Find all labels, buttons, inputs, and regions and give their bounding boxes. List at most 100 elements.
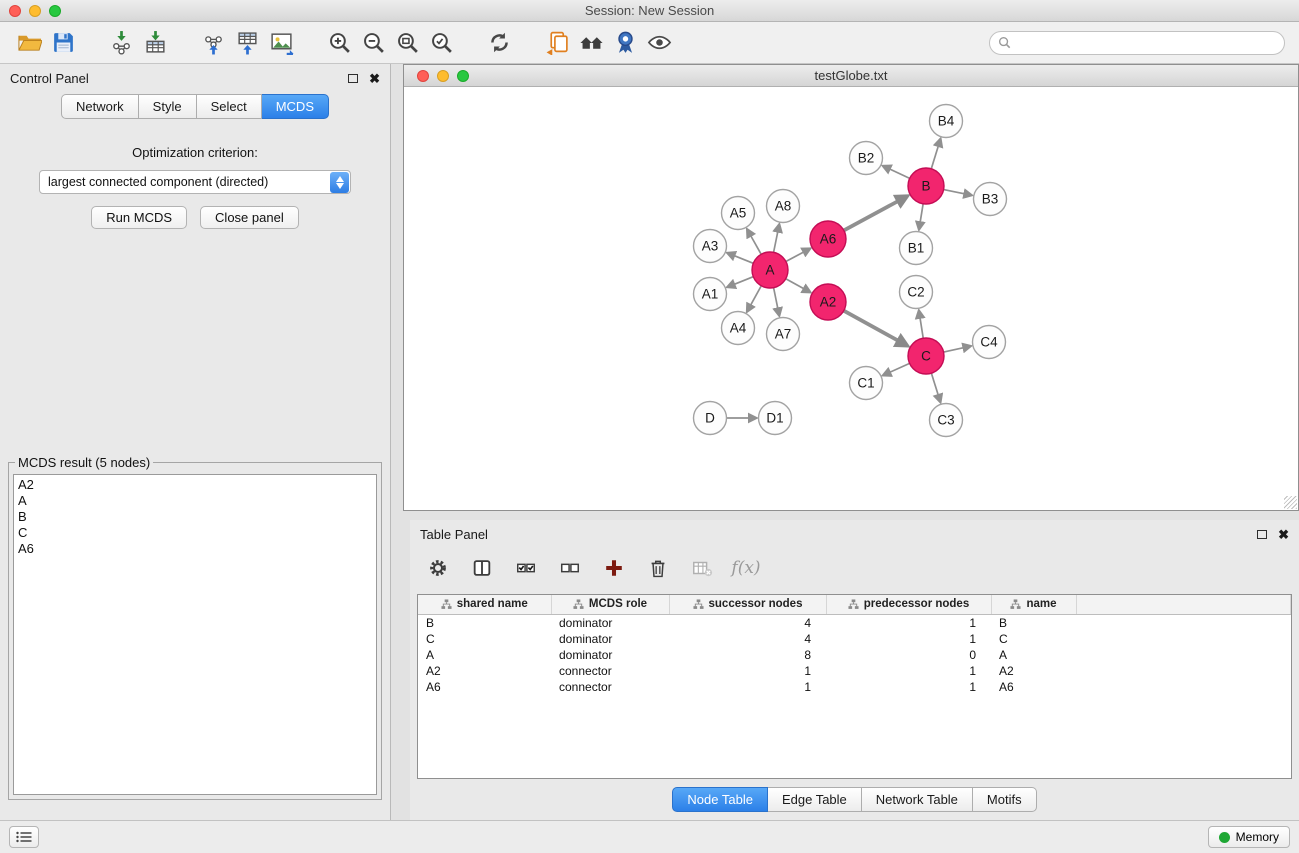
node-C3[interactable]: C3 [930, 404, 963, 437]
node-D1[interactable]: D1 [759, 402, 792, 435]
edge-B-B4[interactable] [931, 145, 938, 168]
node-A[interactable]: A [752, 252, 788, 288]
edge-A-A6[interactable] [786, 252, 804, 262]
edge-B-B2[interactable] [889, 169, 910, 179]
zoom-out-button[interactable] [356, 27, 390, 59]
table-cell[interactable]: C [418, 631, 551, 647]
column-header-successor-nodes[interactable]: successor nodes [669, 595, 826, 614]
tab-motifs[interactable]: Motifs [973, 787, 1037, 812]
edge-A-A5[interactable] [750, 235, 761, 254]
table-cell[interactable]: 4 [669, 631, 826, 647]
table-cell[interactable]: 1 [826, 631, 991, 647]
result-list-item[interactable]: B [18, 509, 372, 525]
unselect-all-rows-button[interactable] [556, 554, 584, 582]
tab-network-table[interactable]: Network Table [862, 787, 973, 812]
table-cell[interactable]: A2 [991, 663, 1076, 679]
node-B3[interactable]: B3 [974, 183, 1007, 216]
result-list-item[interactable]: A [18, 493, 372, 509]
edge-A-A2[interactable] [786, 279, 805, 289]
search-box[interactable] [989, 31, 1285, 55]
table-cell[interactable]: dominator [551, 631, 669, 647]
float-table-panel-icon[interactable] [1257, 530, 1267, 539]
node-D[interactable]: D [694, 402, 727, 435]
tab-style[interactable]: Style [139, 94, 197, 119]
apply-style-button[interactable] [608, 27, 642, 59]
table-cell[interactable]: 1 [826, 679, 991, 695]
table-cell[interactable]: B [991, 614, 1076, 631]
table-cell[interactable]: B [418, 614, 551, 631]
function-builder-button[interactable]: f(x) [732, 554, 760, 582]
table-cell[interactable]: connector [551, 663, 669, 679]
edge-A-A8[interactable] [774, 231, 778, 252]
table-cell[interactable]: 8 [669, 647, 826, 663]
table-row[interactable]: A6connector11A6 [418, 679, 1291, 695]
minimize-window-button[interactable] [29, 5, 41, 17]
network-minimize-button[interactable] [437, 70, 449, 82]
node-B[interactable]: B [908, 168, 944, 204]
close-window-button[interactable] [9, 5, 21, 17]
table-cell[interactable]: 1 [826, 663, 991, 679]
select-all-rows-button[interactable] [512, 554, 540, 582]
node-C2[interactable]: C2 [900, 276, 933, 309]
column-header-shared-name[interactable]: shared name [418, 595, 551, 614]
zoom-window-button[interactable] [49, 5, 61, 17]
tab-edge-table[interactable]: Edge Table [768, 787, 862, 812]
table-cell[interactable]: A [991, 647, 1076, 663]
delete-table-button[interactable] [688, 554, 716, 582]
float-panel-icon[interactable] [348, 74, 358, 83]
delete-columns-button[interactable] [644, 554, 672, 582]
edge-A-A4[interactable] [750, 286, 761, 306]
show-hide-columns-button[interactable] [468, 554, 496, 582]
column-header-MCDS-role[interactable]: MCDS role [551, 595, 669, 614]
node-A4[interactable]: A4 [722, 312, 755, 345]
close-panel-icon[interactable]: ✖ [369, 72, 380, 85]
node-A3[interactable]: A3 [694, 230, 727, 263]
node-A6[interactable]: A6 [810, 221, 846, 257]
table-row[interactable]: A2connector11A2 [418, 663, 1291, 679]
table-cell[interactable]: C [991, 631, 1076, 647]
node-B4[interactable]: B4 [930, 105, 963, 138]
resize-handle[interactable] [1284, 496, 1297, 509]
node-C[interactable]: C [908, 338, 944, 374]
export-image-button[interactable] [264, 27, 298, 59]
edge-A6-B[interactable] [844, 201, 899, 231]
result-list-item[interactable]: A6 [18, 541, 372, 557]
import-table-button[interactable] [138, 27, 172, 59]
home-button[interactable] [574, 27, 608, 59]
import-network-button[interactable] [104, 27, 138, 59]
zoom-selected-button[interactable] [424, 27, 458, 59]
edge-A-A7[interactable] [774, 288, 778, 309]
edge-B-B3[interactable] [944, 190, 965, 194]
memory-button[interactable]: Memory [1208, 826, 1290, 848]
run-mcds-button[interactable]: Run MCDS [91, 206, 187, 229]
node-A8[interactable]: A8 [767, 190, 800, 223]
network-graph-canvas[interactable]: B4B2BB3B1A5A8A6A3AA1A2A4A7C2C4CC1C3DD1 [404, 87, 1298, 510]
table-cell[interactable]: 4 [669, 614, 826, 631]
open-session-button[interactable] [12, 27, 46, 59]
export-table-button[interactable] [230, 27, 264, 59]
refresh-view-button[interactable] [482, 27, 516, 59]
task-history-button[interactable] [9, 826, 39, 848]
save-session-button[interactable] [46, 27, 80, 59]
column-header-predecessor-nodes[interactable]: predecessor nodes [826, 595, 991, 614]
tab-network[interactable]: Network [61, 94, 139, 119]
current-network-docs-button[interactable] [540, 27, 574, 59]
close-panel-button[interactable]: Close panel [200, 206, 299, 229]
table-row[interactable]: Cdominator41C [418, 631, 1291, 647]
result-list-item[interactable]: C [18, 525, 372, 541]
edge-C-C4[interactable] [944, 348, 965, 353]
table-cell[interactable]: connector [551, 679, 669, 695]
new-column-button[interactable] [600, 554, 628, 582]
zoom-in-button[interactable] [322, 27, 356, 59]
network-zoom-button[interactable] [457, 70, 469, 82]
result-list-item[interactable]: A2 [18, 477, 372, 493]
tab-select[interactable]: Select [197, 94, 262, 119]
close-table-panel-icon[interactable]: ✖ [1278, 528, 1289, 541]
table-cell[interactable]: A6 [418, 679, 551, 695]
search-input[interactable] [1016, 36, 1276, 50]
node-B1[interactable]: B1 [900, 232, 933, 265]
column-header-name[interactable]: name [991, 595, 1076, 614]
node-A2[interactable]: A2 [810, 284, 846, 320]
show-hide-panel-button[interactable] [642, 27, 676, 59]
table-cell[interactable]: A2 [418, 663, 551, 679]
